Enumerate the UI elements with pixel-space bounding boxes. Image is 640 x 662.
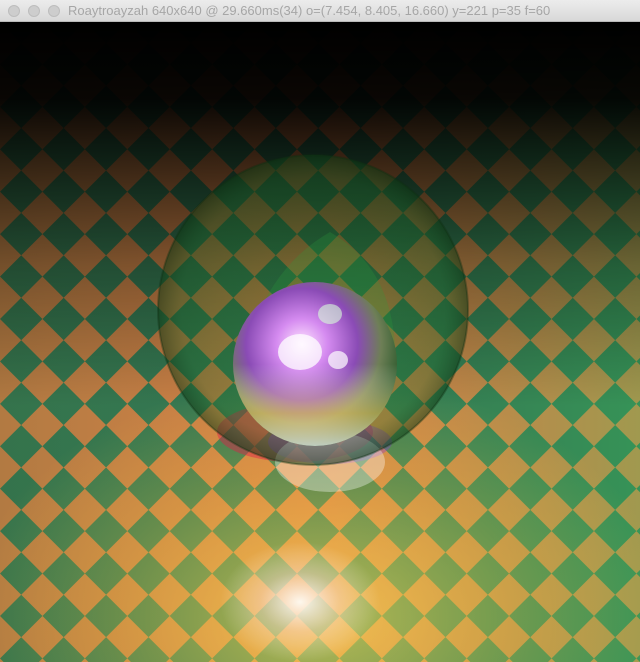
window-title: Roaytroayzah 640x640 @ 29.660ms(34) o=(7… xyxy=(68,3,551,18)
sphere-highlight-main xyxy=(278,334,322,370)
minimize-button[interactable] xyxy=(28,5,40,17)
zoom-button[interactable] xyxy=(48,5,60,17)
close-button[interactable] xyxy=(8,5,20,17)
render-viewport[interactable] xyxy=(0,22,640,662)
sphere-highlight-top xyxy=(318,304,342,324)
title-bar[interactable]: Roaytroayzah 640x640 @ 29.660ms(34) o=(7… xyxy=(0,0,640,22)
sphere-highlight-small xyxy=(328,351,348,369)
app-window: Roaytroayzah 640x640 @ 29.660ms(34) o=(7… xyxy=(0,0,640,662)
